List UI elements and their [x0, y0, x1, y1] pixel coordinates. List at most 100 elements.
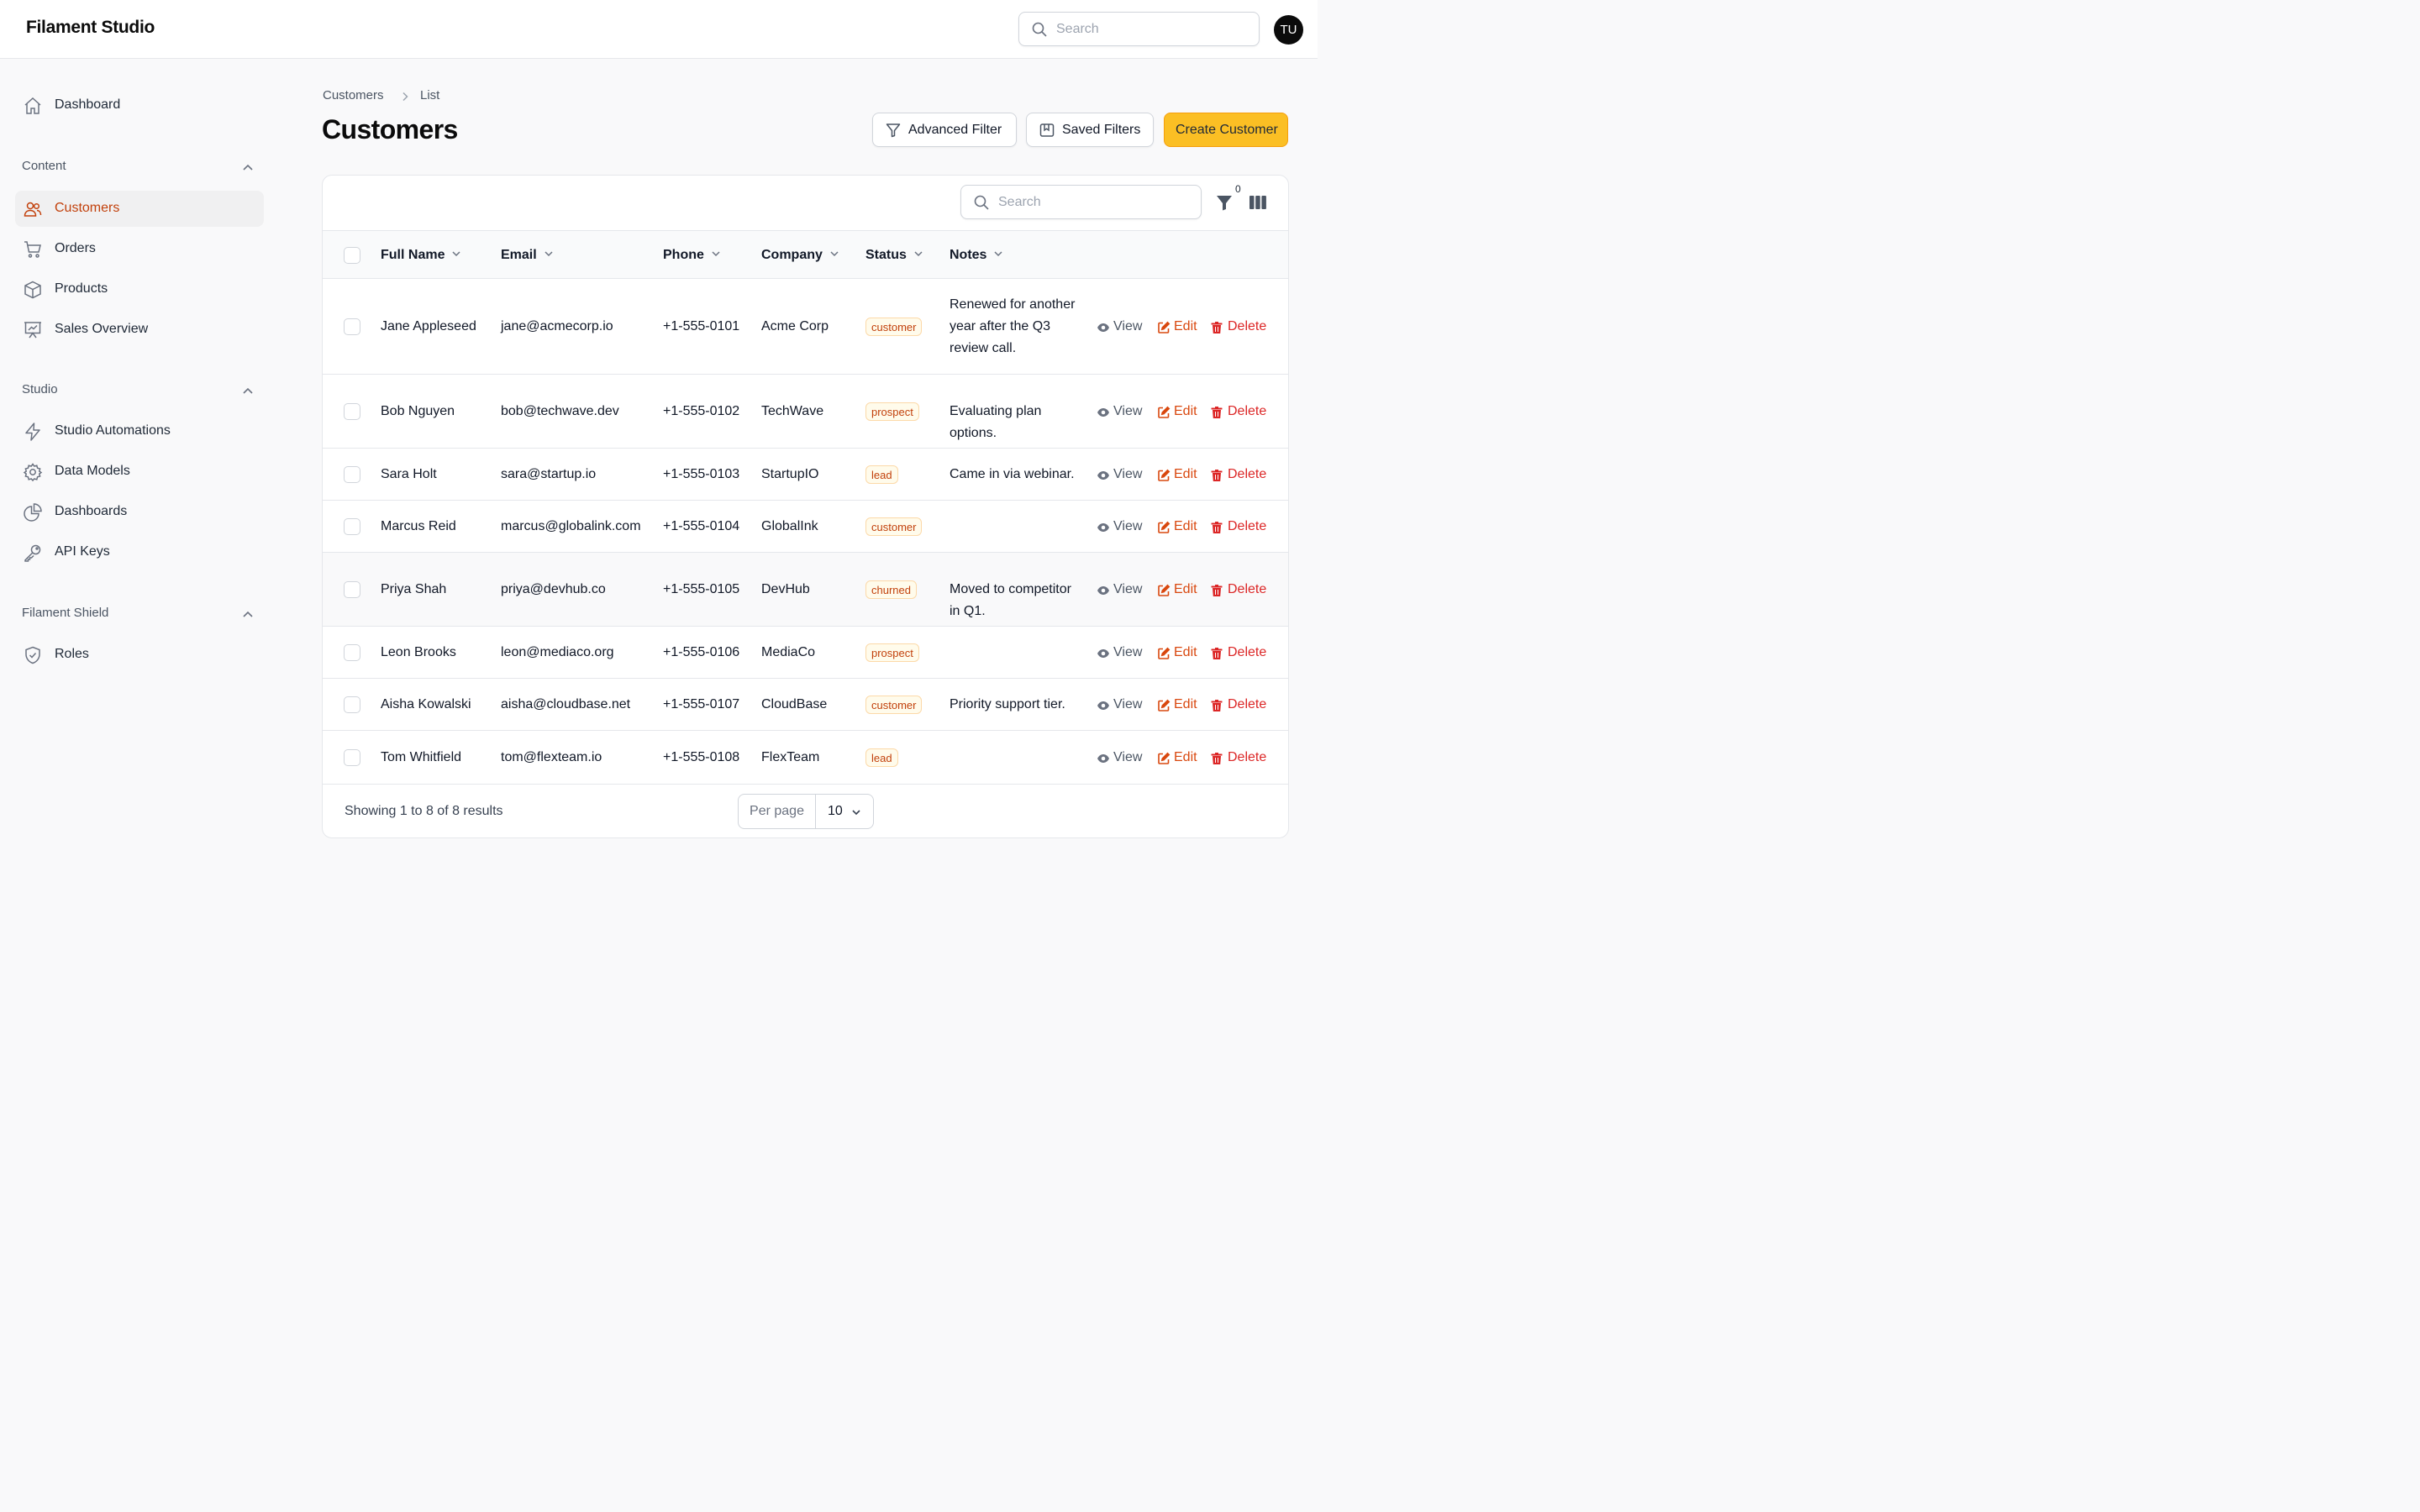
per-page-value: 10: [828, 804, 843, 818]
create-customer-label: Create Customer: [1176, 122, 1278, 137]
row-checkbox[interactable]: [344, 749, 360, 766]
eye-icon: [1097, 471, 1109, 480]
breadcrumb-link-customers[interactable]: Customers: [323, 88, 384, 102]
table-row[interactable]: Marcus Reid marcus@globalink.com +1-555-01…: [323, 501, 1288, 553]
user-avatar[interactable]: TU: [1274, 15, 1303, 45]
table-row[interactable]: Priya Shah priya@devhub.co +1-555-0105 DevH…: [323, 553, 1288, 627]
sidebar: Dashboard Content Customers Orders Produ…: [0, 60, 286, 823]
global-search-input[interactable]: [1056, 13, 1249, 45]
cell-company: MediaCo: [761, 645, 816, 659]
cell-phone: +1-555-0108: [663, 750, 740, 764]
column-header-label: Notes: [950, 248, 987, 262]
cell-notes: Priority support tier.: [950, 697, 1065, 711]
advanced-filter-button[interactable]: Advanced Filter: [872, 113, 1017, 147]
global-search[interactable]: [1018, 12, 1260, 46]
view-label: View: [1113, 404, 1143, 418]
shopping-cart-icon: [24, 241, 41, 258]
cell-full-name: Priya Shah: [381, 582, 447, 596]
table-row[interactable]: Bob Nguyen bob@techwave.dev +1-555-0102 Tec…: [323, 375, 1288, 449]
sidebar-item-studio-automations[interactable]: Studio Automations: [15, 413, 264, 449]
table-row[interactable]: Aisha Kowalski aisha@cloudbase.net +1-555-…: [323, 679, 1288, 731]
saved-filters-button[interactable]: Saved Filters: [1026, 113, 1154, 147]
column-header-notes[interactable]: Notes: [950, 248, 1003, 263]
pencil-square-icon: [1158, 752, 1171, 764]
app-title[interactable]: Filament Studio: [26, 18, 155, 38]
column-header-status[interactable]: Status: [865, 248, 923, 263]
trash-icon: [1211, 648, 1223, 659]
sidebar-item-customers[interactable]: Customers: [15, 191, 264, 227]
sidebar-item-api-keys[interactable]: API Keys: [15, 534, 264, 570]
eye-icon: [1097, 754, 1109, 763]
cell-email: jane@acmecorp.io: [501, 319, 613, 333]
group-filament-shield-toggle[interactable]: Filament Shield: [22, 606, 257, 626]
row-checkbox[interactable]: [344, 403, 360, 420]
pagination-summary: Showing 1 to 8 of 8 results: [345, 804, 503, 818]
table-row[interactable]: Jane Appleseed jane@acmecorp.io +1-555-010…: [323, 279, 1288, 375]
edit-label: Edit: [1174, 467, 1197, 481]
column-header-label: Company: [761, 248, 823, 262]
row-checkbox[interactable]: [344, 696, 360, 713]
chevron-up-icon: [243, 164, 253, 171]
sidebar-item-products[interactable]: Products: [15, 271, 264, 307]
row-checkbox[interactable]: [344, 466, 360, 483]
chevron-down-icon: [712, 251, 720, 257]
chevron-up-icon: [243, 387, 253, 394]
cell-phone: +1-555-0105: [663, 582, 740, 596]
group-label: Studio: [22, 382, 58, 396]
trash-icon: [1211, 700, 1223, 711]
eye-icon: [1097, 408, 1109, 417]
sidebar-item-data-models[interactable]: Data Models: [15, 454, 264, 490]
select-all-checkbox[interactable]: [344, 247, 360, 264]
cell-company: FlexTeam: [761, 750, 820, 764]
table-search-input[interactable]: [998, 186, 1192, 218]
sidebar-item-orders[interactable]: Orders: [15, 231, 264, 267]
create-customer-button[interactable]: Create Customer: [1164, 113, 1288, 147]
sidebar-item-dashboards[interactable]: Dashboards: [15, 494, 264, 530]
breadcrumb-current: List: [420, 88, 440, 102]
cell-email: sara@startup.io: [501, 467, 597, 481]
cell-company: StartupIO: [761, 467, 819, 481]
table-row[interactable]: Sara Holt sara@startup.io +1-555-0103 Start…: [323, 449, 1288, 501]
table-search[interactable]: [960, 185, 1202, 219]
column-header-company[interactable]: Company: [761, 248, 839, 263]
row-checkbox[interactable]: [344, 518, 360, 535]
cell-company: DevHub: [761, 582, 810, 596]
cell-company: CloudBase: [761, 697, 828, 711]
pencil-square-icon: [1158, 469, 1171, 481]
sidebar-item-label: Orders: [55, 241, 96, 255]
table-row[interactable]: Tom Whitfield tom@flexteam.io +1-555-0108 F…: [323, 731, 1288, 785]
cell-full-name: Sara Holt: [381, 467, 437, 481]
sidebar-item-label: Dashboard: [55, 97, 121, 112]
sidebar-item-label: Customers: [55, 201, 120, 215]
view-label: View: [1113, 750, 1143, 764]
sidebar-item-sales-overview[interactable]: Sales Overview: [15, 312, 264, 348]
status-badge: churned: [865, 580, 917, 599]
per-page-select[interactable]: Per page 10: [738, 794, 874, 829]
trash-icon: [1211, 322, 1223, 333]
row-checkbox[interactable]: [344, 581, 360, 598]
trash-icon: [1211, 407, 1223, 418]
sidebar-item-roles[interactable]: Roles: [15, 637, 264, 673]
sidebar-item-label: Data Models: [55, 464, 130, 478]
sidebar-item-dashboard[interactable]: Dashboard: [15, 87, 264, 123]
group-studio-toggle[interactable]: Studio: [22, 382, 257, 402]
filter-icon[interactable]: [1215, 193, 1234, 212]
cell-company: Acme Corp: [761, 319, 829, 333]
sidebar-item-label: Dashboards: [55, 504, 128, 518]
filter-count-badge: 0: [1234, 183, 1243, 195]
delete-label: Delete: [1228, 404, 1267, 418]
cell-email: aisha@cloudbase.net: [501, 697, 631, 711]
group-content-toggle[interactable]: Content: [22, 159, 257, 179]
column-header-phone[interactable]: Phone: [663, 248, 721, 263]
column-header-email[interactable]: Email: [501, 248, 554, 263]
row-checkbox[interactable]: [344, 318, 360, 335]
column-header-full-name[interactable]: Full Name: [381, 248, 461, 263]
table-header: Full Name Email Phone Company Status Not…: [323, 230, 1288, 279]
group-label: Content: [22, 159, 66, 173]
table-row[interactable]: Leon Brooks leon@mediaco.org +1-555-0106 Me…: [323, 627, 1288, 679]
row-checkbox[interactable]: [344, 644, 360, 661]
chevron-right-icon: [402, 92, 408, 102]
cell-full-name: Bob Nguyen: [381, 404, 455, 418]
columns-icon[interactable]: [1249, 194, 1267, 211]
cell-company: TechWave: [761, 404, 824, 418]
